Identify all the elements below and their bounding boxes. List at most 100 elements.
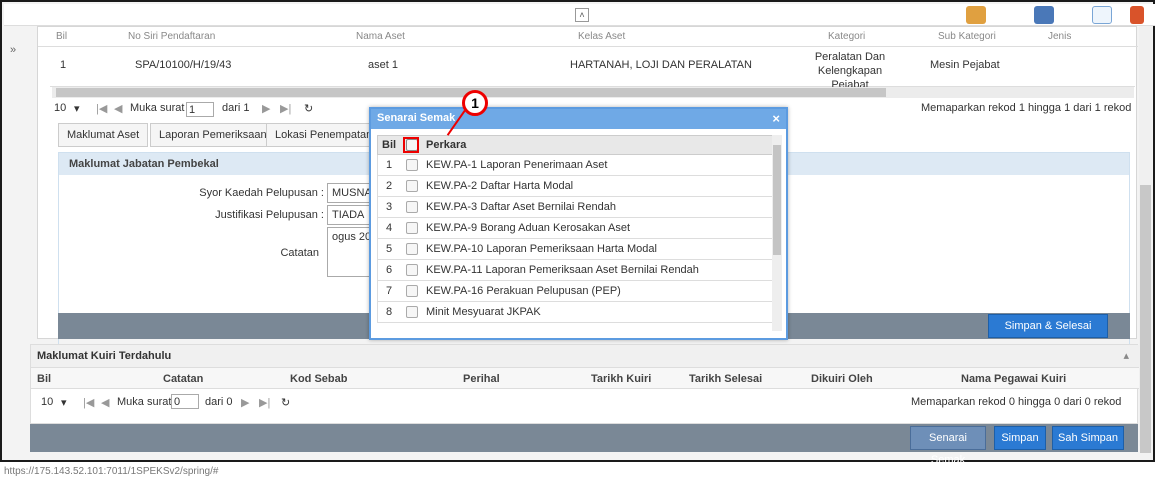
kcol-perihal: Perihal (463, 373, 500, 385)
kcol-catatan: Catatan (163, 373, 204, 385)
last-page-icon[interactable]: ▶| (280, 102, 291, 115)
justifikasi-label: Justifikasi Pelupusan : (215, 209, 324, 221)
asset-row[interactable]: 1 SPA/10100/H/19/43 aset 1 HARTANAH, LOJ… (50, 47, 1135, 91)
checklist-bil: 6 (386, 264, 393, 276)
checklist-bil: 1 (386, 159, 393, 171)
checklist-checkbox[interactable] (406, 285, 418, 297)
muka-surat-label: Muka surat (130, 102, 185, 114)
kcol-tarikh-selesai: Tarikh Selesai (689, 373, 763, 385)
modal-scroll-thumb[interactable] (773, 145, 781, 255)
modal-table-header: Bil Perkara (377, 135, 773, 155)
col-sub-kategori: Sub Kategori (938, 31, 996, 42)
checklist-bil: 8 (386, 306, 393, 318)
pager-kuiri: 10 ▾ |◀ ◀ Muka surat 0 dari 0 ▶ ▶| ↻ Mem… (31, 391, 1139, 413)
asset-table-header: Bil No Siri Pendaftaran Nama Aset Kelas … (38, 27, 1138, 47)
page-input[interactable]: 1 (186, 102, 214, 117)
expand-sidebar-icon[interactable]: » (10, 44, 16, 56)
checklist-perkara: KEW.PA-9 Borang Aduan Kerosakan Aset (426, 222, 631, 234)
checklist-row[interactable]: 4 KEW.PA-9 Borang Aduan Kerosakan Aset (377, 218, 773, 239)
checklist-checkbox[interactable] (406, 159, 418, 171)
row-bil: 1 (60, 59, 67, 71)
kuiri-dari: dari 0 (205, 396, 233, 408)
pager-summary: Memaparkan rekod 1 hingga 1 dari 1 rekod (921, 102, 1132, 114)
kuiri-muka-surat: Muka surat (117, 396, 172, 408)
tab-lokasi-penempatan[interactable]: Lokasi Penempatan (266, 123, 382, 147)
checklist-row[interactable]: 2 KEW.PA-2 Daftar Harta Modal (377, 176, 773, 197)
page-size-select[interactable]: 10 (54, 102, 66, 114)
checklist-bil: 5 (386, 243, 393, 255)
user-icon[interactable] (966, 6, 986, 24)
dropdown-icon[interactable]: ▾ (61, 396, 67, 409)
col-kategori: Kategori (828, 31, 866, 42)
checklist-perkara: KEW.PA-10 Laporan Pemeriksaan Harta Moda… (426, 243, 657, 255)
highlight-box (403, 137, 419, 153)
first-page-icon[interactable]: |◀ (96, 102, 107, 115)
modal-col-bil: Bil (382, 139, 397, 151)
catatan-label: Catatan (280, 247, 319, 259)
checklist-bil: 2 (386, 180, 393, 192)
checklist-row[interactable]: 6 KEW.PA-11 Laporan Pemeriksaan Aset Bern… (377, 260, 773, 281)
checklist-bil: 7 (386, 285, 393, 297)
checklist-row[interactable]: 5 KEW.PA-10 Laporan Pemeriksaan Harta Mod… (377, 239, 773, 260)
checklist-row[interactable]: 1 KEW.PA-1 Laporan Penerimaan Aset (377, 155, 773, 176)
checklist-checkbox[interactable] (406, 243, 418, 255)
kuiri-columns: Bil Catatan Kod Sebab Perihal Tarikh Kui… (31, 367, 1139, 389)
status-url: https://175.143.52.101:7011/1SPEKSv2/spr… (0, 464, 1155, 480)
page-scroll-thumb[interactable] (1140, 185, 1151, 453)
kuiri-panel: Maklumat Kuiri Terdahulu ▴ Bil Catatan K… (30, 344, 1139, 424)
col-kelas-aset: Kelas Aset (578, 31, 626, 42)
checklist-perkara: KEW.PA-16 Perakuan Pelupusan (PEP) (426, 285, 621, 297)
checklist-bil: 4 (386, 222, 393, 234)
bottom-action-bar: Senarai Semak Simpan Sah Simpan (30, 424, 1138, 466)
collapse-kuiri-icon[interactable]: ▴ (1123, 349, 1129, 362)
refresh-icon[interactable]: ↻ (304, 102, 313, 115)
close-icon[interactable]: × (772, 111, 780, 126)
checklist-row[interactable]: 8 Minit Mesyuarat JKPAK (377, 302, 773, 323)
checklist-perkara: KEW.PA-3 Daftar Aset Bernilai Rendah (426, 201, 616, 213)
row-sub-kategori: Mesin Pejabat (930, 59, 1000, 71)
checklist-row[interactable]: 3 KEW.PA-3 Daftar Aset Bernilai Rendah (377, 197, 773, 218)
row-kategori: Peralatan Dan Kelengkapan Pejabat (814, 51, 886, 91)
modal-col-perkara: Perkara (426, 139, 467, 151)
grid-icon[interactable] (1092, 6, 1112, 24)
kcol-nama-pegawai: Nama Pegawai Kuiri (961, 373, 1067, 385)
col-nama-aset: Nama Aset (356, 31, 405, 42)
senarai-semak-modal: Senarai Semak × Bil Perkara 1 KEW.PA-1 La… (369, 107, 788, 340)
kuiri-page-size[interactable]: 10 (41, 396, 53, 408)
prev-page-icon[interactable]: ◀ (114, 102, 122, 115)
kcol-tarikh-kuiri: Tarikh Kuiri (591, 373, 652, 385)
kuiri-header: Maklumat Kuiri Terdahulu (31, 345, 1139, 367)
callout-badge: 1 (462, 90, 488, 116)
checklist-checkbox[interactable] (406, 264, 418, 276)
dari-label: dari 1 (222, 102, 250, 114)
last-page-icon[interactable]: ▶| (259, 396, 270, 409)
lock-icon[interactable] (1034, 6, 1054, 24)
dropdown-icon[interactable]: ▾ (74, 102, 80, 115)
simpan-selesai-button[interactable]: Simpan & Selesai (988, 314, 1108, 338)
col-bil: Bil (56, 31, 68, 42)
row-no-siri: SPA/10100/H/19/43 (135, 59, 232, 71)
refresh-icon[interactable]: ↻ (281, 396, 290, 409)
next-page-icon[interactable]: ▶ (241, 396, 249, 409)
collapse-up-icon[interactable]: ˄ (575, 8, 589, 22)
checklist-checkbox[interactable] (406, 201, 418, 213)
simpan-button[interactable]: Simpan (994, 426, 1046, 450)
tab-laporan-pemeriksaan[interactable]: Laporan Pemeriksaan (150, 123, 276, 147)
checklist-row[interactable]: 7 KEW.PA-16 Perakuan Pelupusan (PEP) (377, 281, 773, 302)
logout-icon[interactable] (1130, 6, 1144, 24)
prev-page-icon[interactable]: ◀ (101, 396, 109, 409)
first-page-icon[interactable]: |◀ (83, 396, 94, 409)
checklist-bil: 3 (386, 201, 393, 213)
modal-title: Senarai Semak × (371, 109, 786, 129)
kuiri-summary: Memaparkan rekod 0 hingga 0 dari 0 rekod (911, 396, 1122, 408)
tab-maklumat-aset[interactable]: Maklumat Aset (58, 123, 149, 147)
senarai-semak-button[interactable]: Senarai Semak (910, 426, 986, 466)
checklist-perkara: KEW.PA-1 Laporan Penerimaan Aset (426, 159, 608, 171)
checklist-checkbox[interactable] (406, 180, 418, 192)
checklist-perkara: Minit Mesyuarat JKPAK (426, 306, 541, 318)
next-page-icon[interactable]: ▶ (262, 102, 270, 115)
kuiri-page-input[interactable]: 0 (171, 394, 199, 409)
sah-simpan-button[interactable]: Sah Simpan (1052, 426, 1124, 450)
checklist-checkbox[interactable] (406, 222, 418, 234)
checklist-checkbox[interactable] (406, 306, 418, 318)
